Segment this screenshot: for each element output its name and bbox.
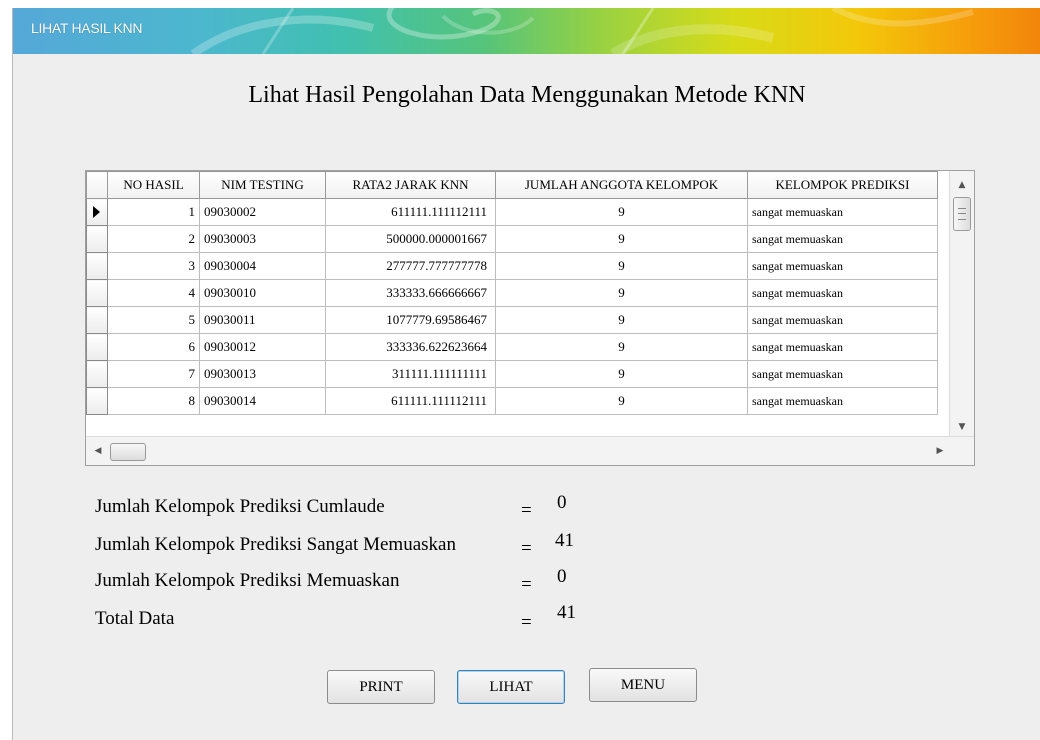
results-table[interactable]: NO HASIL NIM TESTING RATA2 JARAK KNN JUM…: [85, 170, 975, 466]
cell-jumlah-anggota[interactable]: 9: [495, 333, 748, 361]
window-title: LIHAT HASIL KNN: [31, 20, 143, 36]
table-row[interactable]: 6 09030012 333336.622623664 9 sangat mem…: [86, 333, 938, 361]
summary-label-cumlaude: Jumlah Kelompok Prediksi Cumlaude: [95, 496, 385, 517]
scroll-up-icon[interactable]: ▲: [950, 177, 974, 193]
cell-no-hasil[interactable]: 4: [107, 279, 200, 307]
cell-no-hasil[interactable]: 7: [107, 360, 200, 388]
horizontal-scroll-thumb[interactable]: [110, 443, 146, 461]
cell-no-hasil[interactable]: 3: [107, 252, 200, 280]
row-pointer-icon: [93, 206, 100, 218]
cell-jumlah-anggota[interactable]: 9: [495, 252, 748, 280]
cell-no-hasil[interactable]: 1: [107, 198, 200, 226]
row-selector[interactable]: [86, 360, 108, 388]
row-selector[interactable]: [86, 279, 108, 307]
cell-rata2-jarak[interactable]: 333333.666666667: [325, 279, 496, 307]
table-header-row: NO HASIL NIM TESTING RATA2 JARAK KNN JUM…: [86, 171, 938, 199]
cell-rata2-jarak[interactable]: 333336.622623664: [325, 333, 496, 361]
row-selector[interactable]: [86, 306, 108, 334]
row-selector[interactable]: [86, 225, 108, 253]
cell-rata2-jarak[interactable]: 500000.000001667: [325, 225, 496, 253]
cell-rata2-jarak[interactable]: 611111.111112111: [325, 387, 496, 415]
cell-rata2-jarak[interactable]: 277777.777777778: [325, 252, 496, 280]
table-row[interactable]: 4 09030010 333333.666666667 9 sangat mem…: [86, 279, 938, 307]
cell-jumlah-anggota[interactable]: 9: [495, 360, 748, 388]
table-row[interactable]: 5 09030011 1077779.69586467 9 sangat mem…: [86, 306, 938, 334]
cell-jumlah-anggota[interactable]: 9: [495, 279, 748, 307]
horizontal-scrollbar[interactable]: ◀ ▶: [86, 436, 974, 465]
print-button[interactable]: PRINT: [327, 670, 435, 704]
grip-icon: [958, 208, 966, 220]
table-row[interactable]: 3 09030004 277777.777777778 9 sangat mem…: [86, 252, 938, 280]
cell-nim-testing[interactable]: 09030002: [199, 198, 326, 226]
cell-nim-testing[interactable]: 09030004: [199, 252, 326, 280]
cell-nim-testing[interactable]: 09030010: [199, 279, 326, 307]
cell-kelompok-prediksi[interactable]: sangat memuaskan: [747, 225, 938, 253]
cell-nim-testing[interactable]: 09030003: [199, 225, 326, 253]
cell-kelompok-prediksi[interactable]: sangat memuaskan: [747, 252, 938, 280]
cell-jumlah-anggota[interactable]: 9: [495, 198, 748, 226]
menu-button[interactable]: MENU: [589, 668, 697, 702]
title-bar-decoration: [190, 8, 974, 54]
header-selector: [86, 171, 108, 199]
scroll-down-icon[interactable]: ▼: [950, 419, 974, 435]
cell-no-hasil[interactable]: 6: [107, 333, 200, 361]
summary-equals: =: [521, 538, 532, 559]
page-title: Lihat Hasil Pengolahan Data Menggunakan …: [248, 82, 806, 108]
vertical-scroll-thumb[interactable]: [953, 197, 971, 231]
cell-rata2-jarak[interactable]: 1077779.69586467: [325, 306, 496, 334]
cell-no-hasil[interactable]: 2: [107, 225, 200, 253]
row-selector[interactable]: [86, 333, 108, 361]
table-row[interactable]: 8 09030014 611111.111112111 9 sangat mem…: [86, 387, 938, 415]
summary-label-memuaskan: Jumlah Kelompok Prediksi Memuaskan: [95, 570, 400, 591]
knn-result-window: LIHAT HASIL KNN Lihat Hasil Pengolahan D…: [12, 8, 1040, 740]
cell-nim-testing[interactable]: 09030012: [199, 333, 326, 361]
column-header-kelompok-prediksi[interactable]: KELOMPOK PREDIKSI: [747, 171, 938, 199]
results-grid: NO HASIL NIM TESTING RATA2 JARAK KNN JUM…: [86, 171, 938, 415]
cell-kelompok-prediksi[interactable]: sangat memuaskan: [747, 279, 938, 307]
column-header-nim-testing[interactable]: NIM TESTING: [199, 171, 326, 199]
summary-label-sangat-memuaskan: Jumlah Kelompok Prediksi Sangat Memuaska…: [95, 534, 456, 555]
summary-value-cumlaude: 0: [557, 492, 567, 513]
title-bar[interactable]: LIHAT HASIL KNN: [13, 8, 1040, 54]
summary-value-memuaskan: 0: [557, 566, 567, 587]
column-header-jumlah-anggota[interactable]: JUMLAH ANGGOTA KELOMPOK: [495, 171, 748, 199]
cell-rata2-jarak[interactable]: 611111.111112111: [325, 198, 496, 226]
cell-jumlah-anggota[interactable]: 9: [495, 306, 748, 334]
cell-kelompok-prediksi[interactable]: sangat memuaskan: [747, 198, 938, 226]
row-selector[interactable]: [86, 387, 108, 415]
summary-equals: =: [521, 574, 532, 595]
scroll-right-icon[interactable]: ▶: [932, 443, 948, 459]
vertical-scrollbar[interactable]: ▲ ▼: [949, 171, 974, 437]
summary-equals: =: [521, 500, 532, 521]
cell-rata2-jarak[interactable]: 311111.111111111: [325, 360, 496, 388]
column-header-no-hasil[interactable]: NO HASIL: [107, 171, 200, 199]
lihat-button[interactable]: LIHAT: [457, 670, 565, 704]
column-header-rata2-jarak[interactable]: RATA2 JARAK KNN: [325, 171, 496, 199]
cell-nim-testing[interactable]: 09030011: [199, 306, 326, 334]
cell-kelompok-prediksi[interactable]: sangat memuaskan: [747, 333, 938, 361]
cell-nim-testing[interactable]: 09030014: [199, 387, 326, 415]
scroll-left-icon[interactable]: ◀: [90, 443, 106, 459]
row-selector[interactable]: [86, 252, 108, 280]
table-row[interactable]: 1 09030002 611111.111112111 9 sangat mem…: [86, 198, 938, 226]
cell-jumlah-anggota[interactable]: 9: [495, 387, 748, 415]
cell-jumlah-anggota[interactable]: 9: [495, 225, 748, 253]
summary-value-sangat-memuaskan: 41: [555, 530, 574, 551]
cell-kelompok-prediksi[interactable]: sangat memuaskan: [747, 387, 938, 415]
summary-value-total-data: 41: [557, 602, 576, 623]
cell-no-hasil[interactable]: 5: [107, 306, 200, 334]
table-row[interactable]: 2 09030003 500000.000001667 9 sangat mem…: [86, 225, 938, 253]
cell-kelompok-prediksi[interactable]: sangat memuaskan: [747, 360, 938, 388]
row-selector[interactable]: [86, 198, 108, 226]
cell-nim-testing[interactable]: 09030013: [199, 360, 326, 388]
cell-kelompok-prediksi[interactable]: sangat memuaskan: [747, 306, 938, 334]
cell-no-hasil[interactable]: 8: [107, 387, 200, 415]
table-row[interactable]: 7 09030013 311111.111111111 9 sangat mem…: [86, 360, 938, 388]
summary-equals: =: [521, 612, 532, 633]
summary-label-total-data: Total Data: [95, 608, 175, 629]
